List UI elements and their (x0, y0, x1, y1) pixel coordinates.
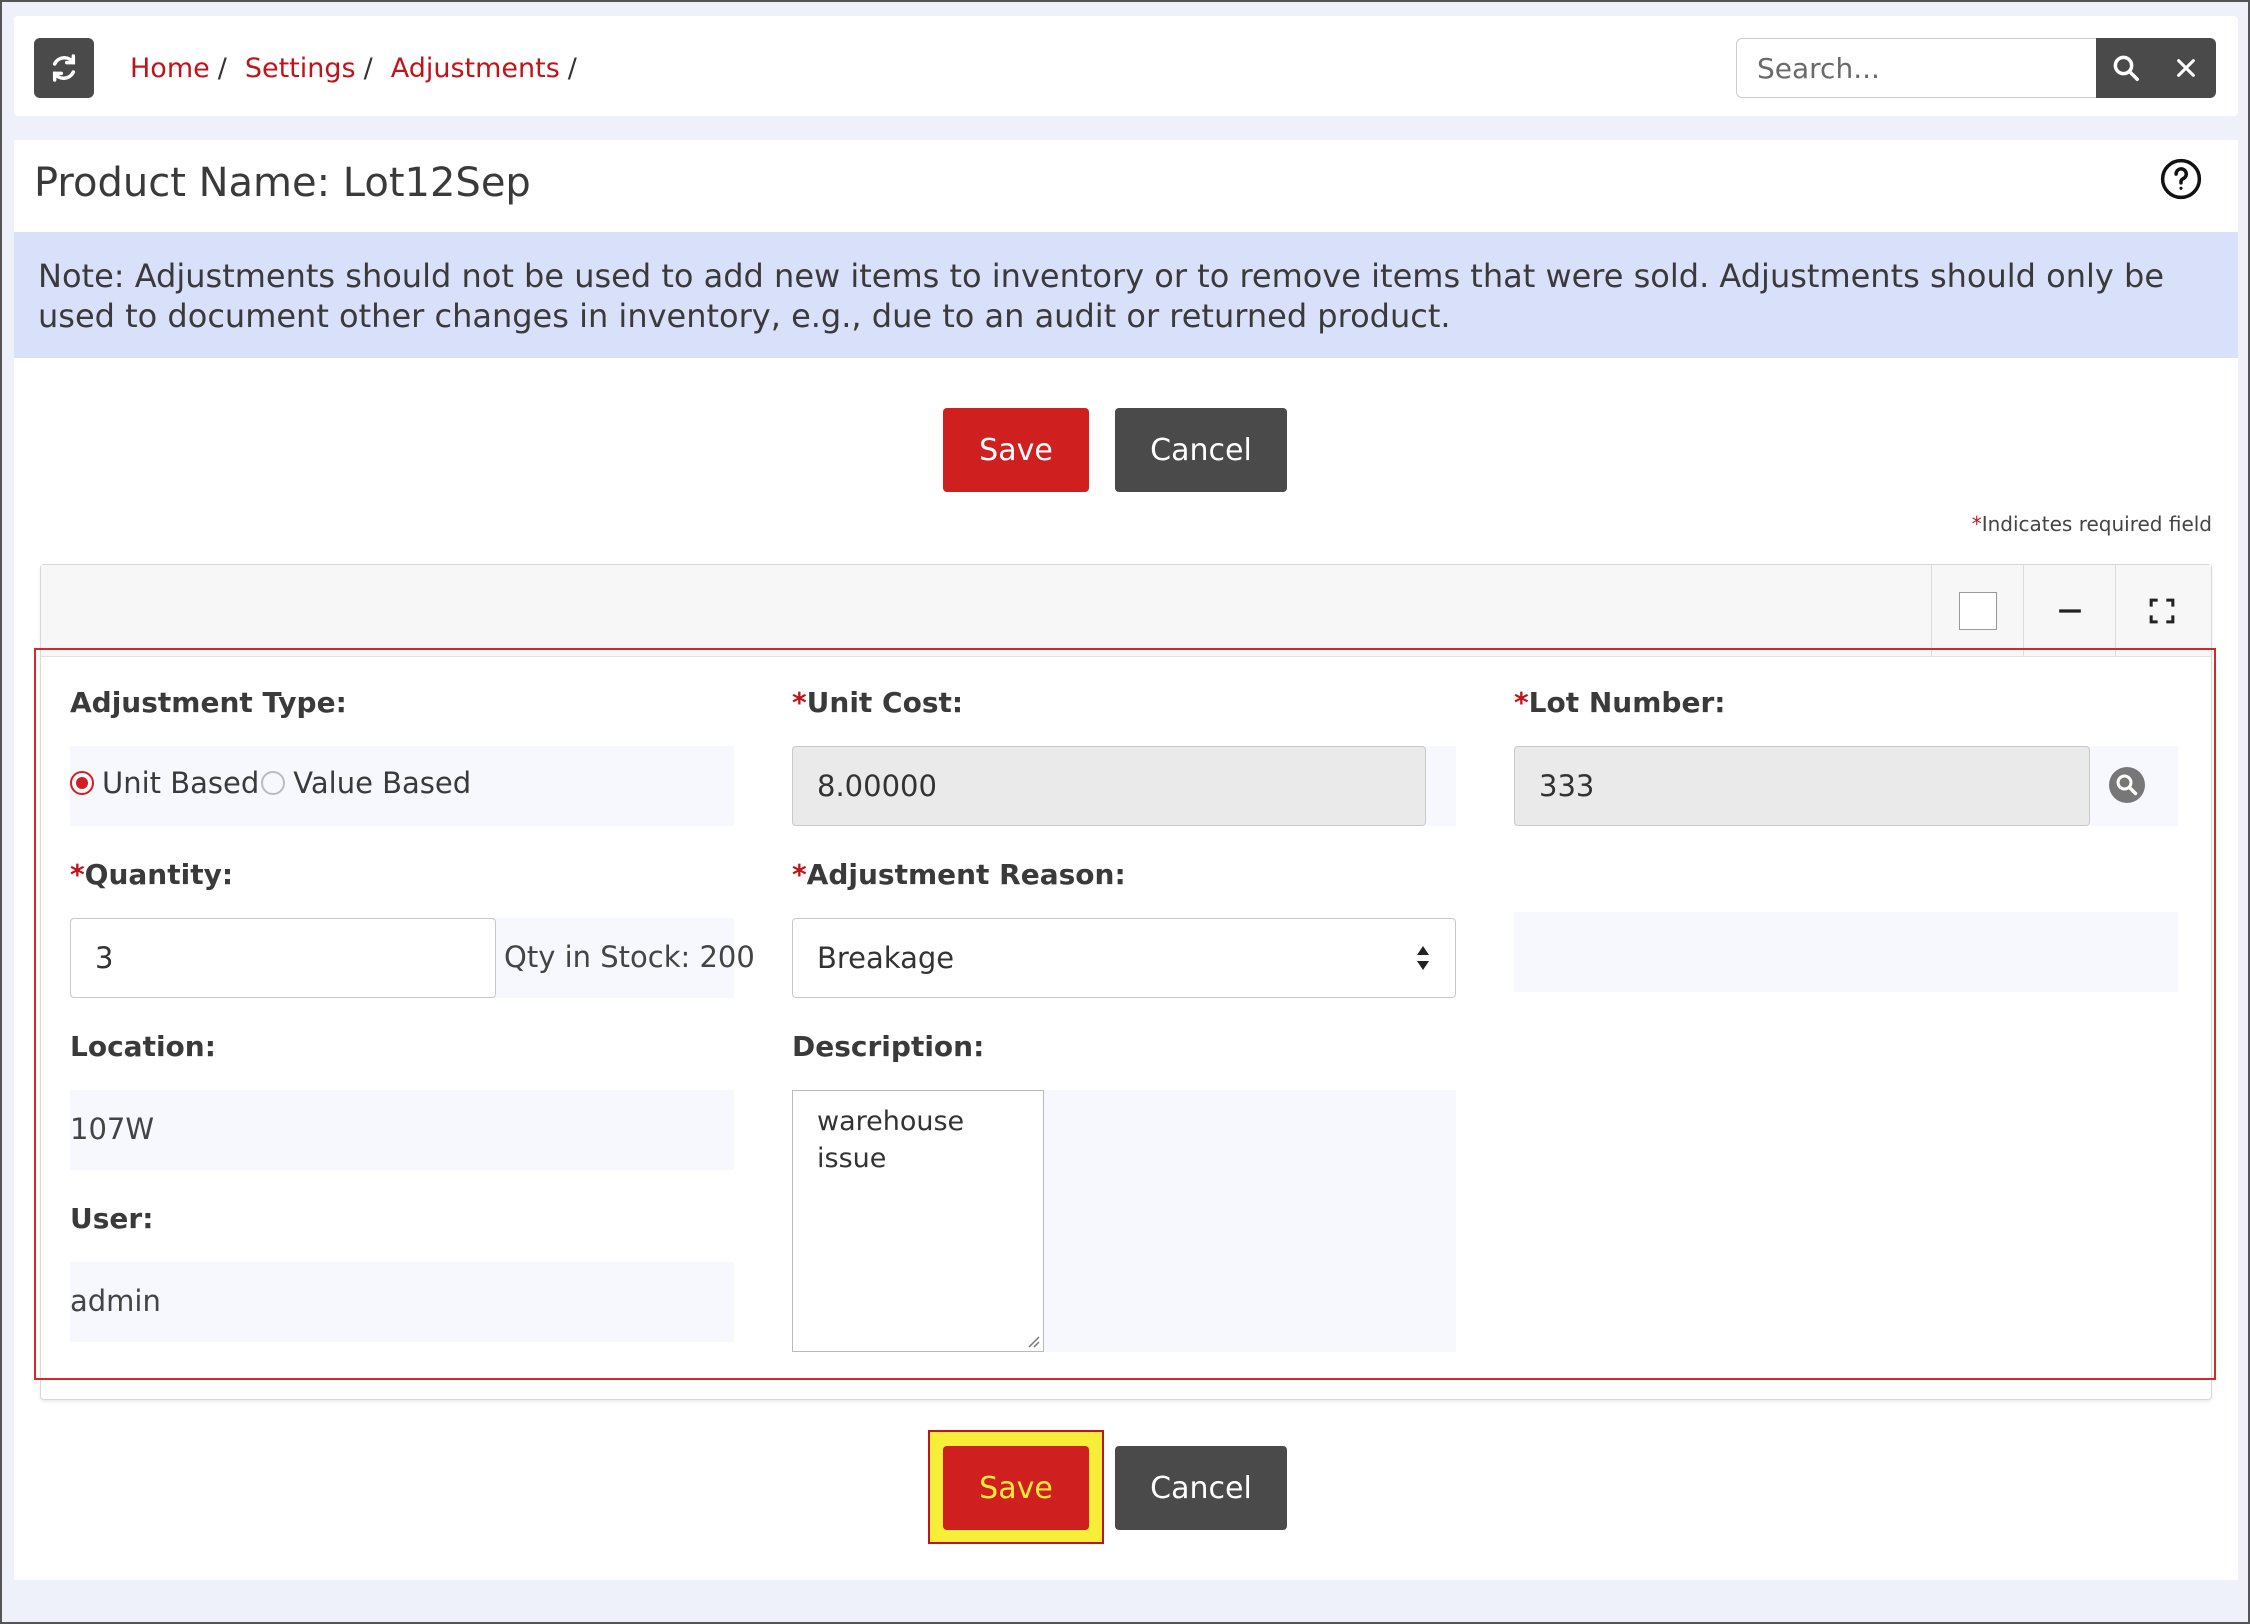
adjustment-type-radio-group: Unit Based Value Based (70, 766, 471, 800)
qty-in-stock-text: Qty in Stock: 200 (504, 940, 755, 974)
lot-number-label: *Lot Number: (1514, 686, 1726, 719)
card-header (41, 565, 2211, 657)
adjustment-reason-select[interactable]: Breakage (792, 918, 1456, 998)
info-note: Note: Adjustments should not be used to … (14, 232, 2238, 358)
help-icon[interactable] (2160, 158, 2202, 200)
cancel-button-bottom[interactable]: Cancel (1115, 1446, 1287, 1530)
user-value: admin (70, 1284, 161, 1318)
minimize-button[interactable] (2023, 565, 2115, 657)
save-button-top[interactable]: Save (943, 408, 1089, 492)
checkbox-icon (1958, 592, 1997, 630)
breadcrumb-home[interactable]: Home (130, 53, 210, 84)
user-label: User: (70, 1202, 154, 1235)
save-button-bottom[interactable]: Save (943, 1446, 1089, 1530)
search-icon (2113, 55, 2139, 81)
location-value: 107W (70, 1112, 155, 1146)
description-label: Description: (792, 1030, 985, 1063)
required-field-note: *Indicates required field (1971, 512, 2212, 536)
quantity-input[interactable]: 3 (70, 918, 496, 998)
radio-unit-based[interactable] (70, 771, 94, 795)
description-textarea[interactable]: warehouse issue (792, 1090, 1044, 1352)
adjustment-reason-label: *Adjustment Reason: (792, 858, 1126, 891)
search-button[interactable] (2096, 38, 2156, 98)
lot-number-input[interactable]: 333 (1514, 746, 2090, 826)
breadcrumb: Home / Settings / Adjustments / (130, 52, 577, 84)
top-bar: Home / Settings / Adjustments / (14, 16, 2238, 116)
refresh-icon (52, 54, 76, 82)
cancel-button-top[interactable]: Cancel (1115, 408, 1287, 492)
breadcrumb-adjustments[interactable]: Adjustments (391, 53, 560, 84)
location-label: Location: (70, 1030, 216, 1063)
unit-cost-input[interactable]: 8.00000 (792, 746, 1426, 826)
minus-icon (2058, 609, 2081, 613)
quantity-label: *Quantity: (70, 858, 234, 891)
fullscreen-button[interactable] (2115, 565, 2207, 657)
search-group (1736, 38, 2216, 98)
radio-unit-based-label[interactable]: Unit Based (102, 766, 259, 800)
select-arrows-icon (1417, 946, 1429, 970)
main-panel: Product Name: Lot12Sep Note: Adjustments… (14, 140, 2238, 1580)
refresh-button[interactable] (34, 38, 94, 98)
unit-cost-label: *Unit Cost: (792, 686, 964, 719)
clear-search-button[interactable] (2156, 38, 2216, 98)
search-input[interactable] (1736, 38, 2096, 98)
radio-value-based-label[interactable]: Value Based (293, 766, 471, 800)
adjustment-type-label: Adjustment Type: (70, 686, 347, 719)
lot-lookup-search-icon[interactable] (2108, 766, 2146, 804)
empty-field-placeholder (1514, 912, 2178, 992)
page-title: Product Name: Lot12Sep (34, 160, 531, 206)
resize-handle-icon[interactable] (1026, 1334, 1040, 1348)
adjustment-reason-value: Breakage (817, 941, 955, 975)
close-icon (2177, 59, 2195, 77)
breadcrumb-settings[interactable]: Settings (245, 53, 356, 84)
expand-icon (2149, 598, 2174, 624)
radio-value-based[interactable] (261, 771, 286, 795)
card-checkbox[interactable] (1931, 565, 2023, 657)
